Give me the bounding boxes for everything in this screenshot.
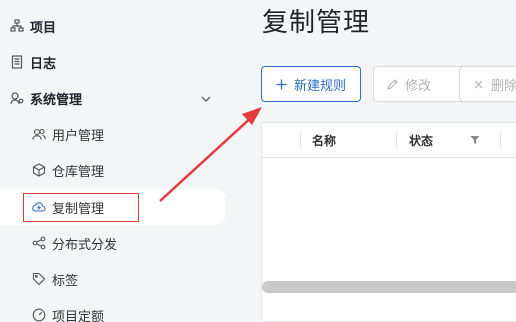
filter-icon[interactable] bbox=[470, 135, 480, 145]
sidebar-item-label: 分布式分发 bbox=[52, 237, 118, 253]
sidebar-item-projects[interactable]: 项目 bbox=[10, 8, 56, 44]
share-icon bbox=[32, 236, 46, 250]
sidebar-item-label: 项目定额 bbox=[52, 309, 105, 322]
sidebar-item-project-quotas[interactable]: 项目定额 bbox=[32, 297, 104, 322]
sidebar-item-system-management[interactable]: 系统管理 bbox=[10, 80, 82, 116]
sidebar-item-label: 项目 bbox=[30, 20, 57, 36]
new-rule-label: 新建规则 bbox=[294, 78, 347, 94]
log-icon bbox=[10, 55, 24, 69]
system-settings-icon bbox=[10, 91, 24, 105]
tag-icon bbox=[32, 272, 46, 286]
page-title: 复制管理 bbox=[262, 8, 371, 38]
pencil-icon bbox=[386, 78, 399, 91]
column-header-name[interactable]: 名称 bbox=[312, 123, 336, 157]
sidebar-item-users[interactable]: 用户管理 bbox=[32, 116, 104, 152]
sidebar-item-label: 标签 bbox=[52, 273, 79, 289]
sidebar: 项目 日志 系统管理 用户管理 仓库管理 复制管理 分布式分发 标签 项目定额 bbox=[0, 0, 225, 322]
delete-label: 删除 bbox=[491, 78, 516, 94]
sidebar-item-distribution[interactable]: 分布式分发 bbox=[32, 225, 117, 261]
users-icon bbox=[32, 127, 46, 141]
sidebar-item-label: 系统管理 bbox=[30, 92, 83, 108]
close-icon bbox=[472, 78, 485, 91]
sidebar-item-label: 仓库管理 bbox=[52, 164, 105, 180]
quota-icon bbox=[32, 308, 46, 322]
project-icon bbox=[10, 19, 24, 33]
new-rule-button[interactable]: 新建规则 bbox=[261, 66, 361, 102]
app-root: 项目 日志 系统管理 用户管理 仓库管理 复制管理 分布式分发 标签 项目定额 … bbox=[0, 0, 516, 322]
column-divider bbox=[500, 131, 501, 149]
main-content: 复制管理 新建规则 修改 删除 名称 状态 bbox=[225, 0, 516, 322]
delete-button[interactable]: 删除 bbox=[459, 66, 516, 102]
plus-icon bbox=[275, 78, 288, 91]
sidebar-item-label: 用户管理 bbox=[52, 128, 105, 144]
chevron-down-icon[interactable] bbox=[199, 92, 213, 106]
sidebar-item-repositories[interactable]: 仓库管理 bbox=[32, 152, 104, 188]
sidebar-item-label: 日志 bbox=[30, 56, 57, 72]
edit-label: 修改 bbox=[405, 78, 432, 94]
annotation-highlight-box bbox=[23, 193, 139, 222]
horizontal-scrollbar[interactable] bbox=[262, 281, 516, 293]
sidebar-item-logs[interactable]: 日志 bbox=[10, 44, 56, 80]
replication-rules-table: 名称 状态 bbox=[261, 122, 516, 322]
column-header-status[interactable]: 状态 bbox=[409, 123, 433, 157]
column-divider bbox=[300, 131, 301, 149]
column-divider bbox=[396, 131, 397, 149]
sidebar-item-labels[interactable]: 标签 bbox=[32, 261, 78, 297]
box-icon bbox=[32, 163, 46, 177]
table-header: 名称 状态 bbox=[262, 123, 516, 158]
